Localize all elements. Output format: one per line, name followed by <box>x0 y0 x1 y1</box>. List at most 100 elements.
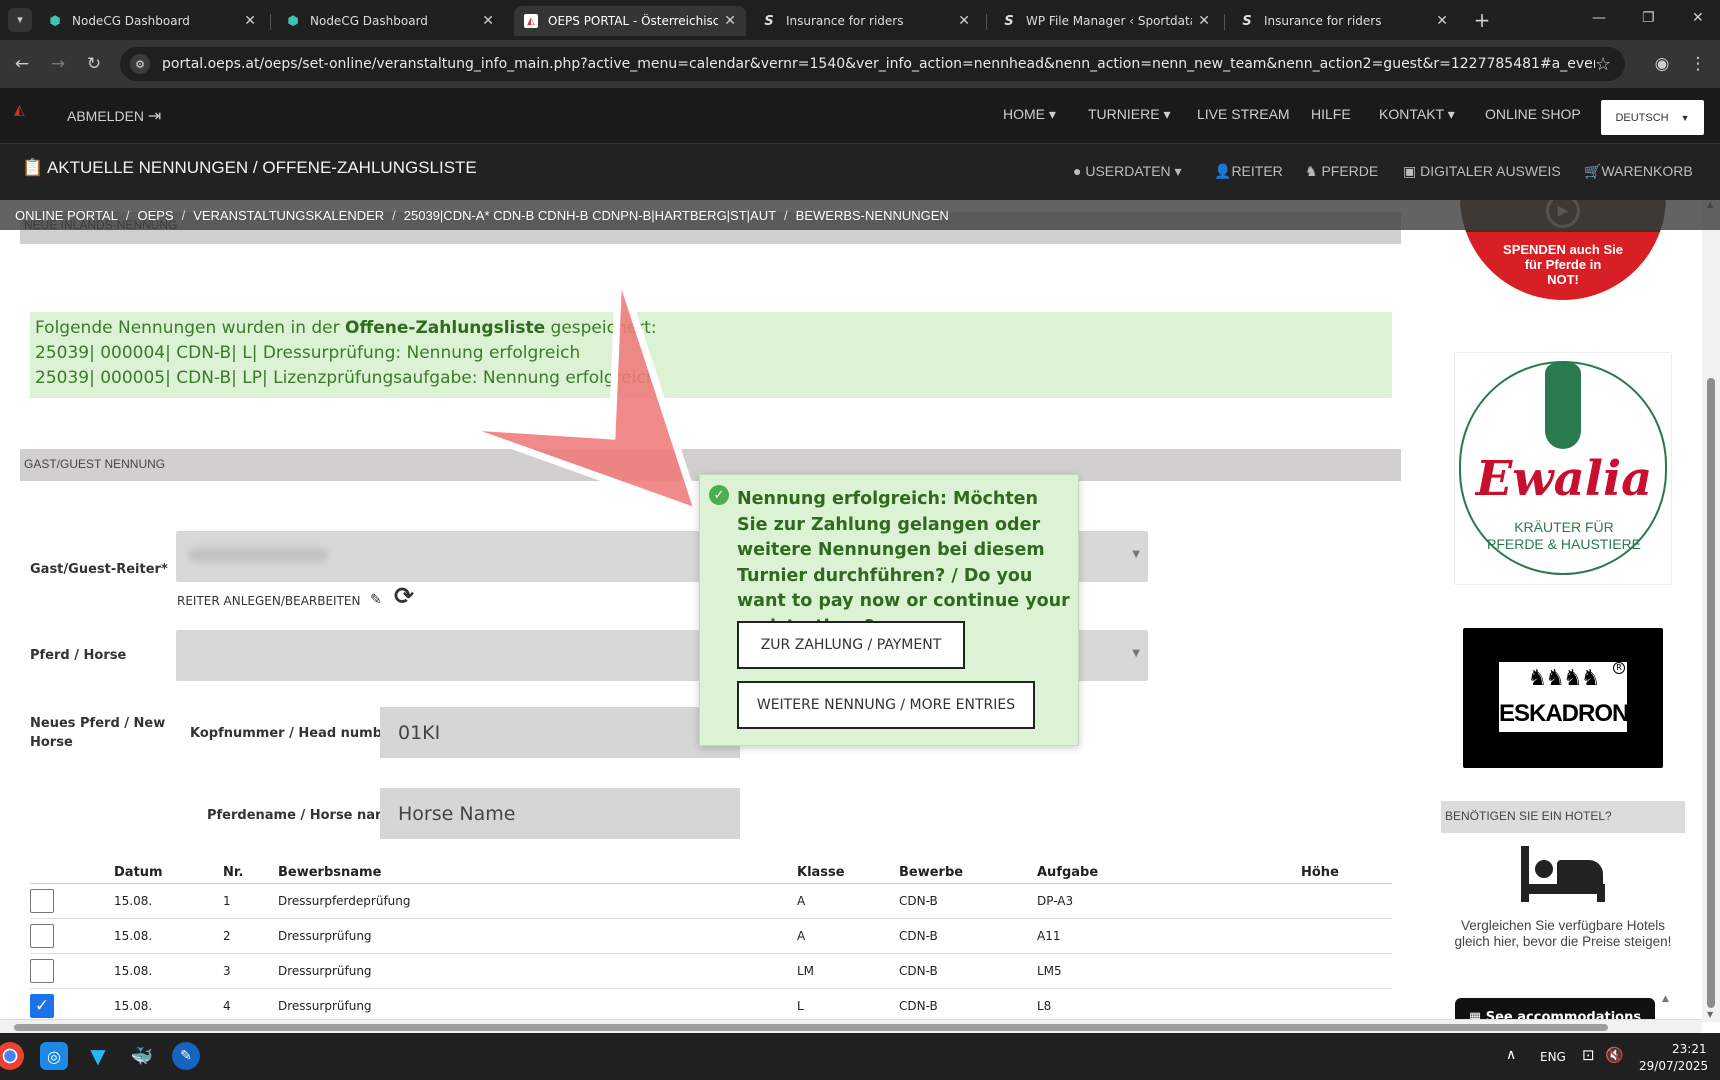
nav-online-shop[interactable]: ONLINE SHOP <box>1485 106 1581 122</box>
clock-time[interactable]: 23:21 <box>1672 1042 1707 1056</box>
breadcrumb-item[interactable]: BEWERBS-NENNUNGEN <box>796 208 949 223</box>
rider-edit-link[interactable]: REITER ANLEGEN/BEARBEITEN <box>177 594 360 608</box>
language-indicator[interactable]: ENG <box>1540 1050 1566 1064</box>
tab-title: Insurance for riders <box>786 14 904 28</box>
more-entries-button[interactable]: WEITERE NENNUNG / MORE ENTRIES <box>737 681 1035 729</box>
clock-date[interactable]: 29/07/2025 <box>1639 1059 1708 1073</box>
bookmark-star-icon[interactable]: ☆ <box>1595 54 1625 75</box>
browser-tab[interactable]: S Insurance for riders ✕ <box>1230 6 1458 36</box>
browser-tab[interactable]: S Insurance for riders ✕ <box>752 6 980 36</box>
horizontal-scrollbar[interactable] <box>0 1019 1702 1033</box>
ewalia-tagline: KRÄUTER FÜR PFERDE & HAUSTIERE <box>1455 519 1673 553</box>
browser-tab[interactable]: S WP File Manager ‹ Sportdata — ✕ <box>992 6 1220 36</box>
page-title-text: AKTUELLE NENNUNGEN / OFFENE-ZAHLUNGSLIST… <box>46 158 477 177</box>
id-card-icon: ▣ <box>1403 163 1417 179</box>
nav-live-stream[interactable]: LIVE STREAM <box>1197 106 1290 122</box>
nav-kontakt[interactable]: KONTAKT ▾ <box>1379 106 1455 123</box>
oeps-logo-icon[interactable]: ◭ <box>14 102 38 126</box>
cell-klasse: A <box>797 918 899 954</box>
tab-close-icon[interactable]: ✕ <box>1436 13 1448 29</box>
donate-line: NOT! <box>1547 272 1579 287</box>
url-field[interactable]: ⚙ portal.oeps.at/oeps/set-online/veranst… <box>120 47 1625 81</box>
hotel-button[interactable]: ▦ See accommodations <box>1455 998 1655 1020</box>
scrollbar-thumb[interactable] <box>1707 378 1715 1008</box>
nav-hilfe[interactable]: HILFE <box>1311 106 1351 122</box>
edit-icon[interactable]: ✎ <box>370 592 382 608</box>
run-checkbox[interactable] <box>30 958 54 983</box>
menu-dots-icon[interactable]: ⋮ <box>1686 52 1710 76</box>
nav-pferde[interactable]: ♞ PFERDE <box>1305 163 1378 180</box>
run-checkbox-checked[interactable]: ✓ <box>30 993 54 1018</box>
rider-selected-value <box>188 547 328 563</box>
sportdata-icon: S <box>1004 13 1014 29</box>
head-number-input[interactable]: 01KI <box>380 707 740 758</box>
cell-name: Dressurprüfung <box>278 918 797 954</box>
app-icon[interactable]: ✎ <box>172 1042 200 1070</box>
volume-muted-icon[interactable]: 🔇 <box>1605 1046 1624 1064</box>
nav-label: REITER <box>1231 163 1283 179</box>
browser-tab-active[interactable]: ◭ OEPS PORTAL - Österreichische ✕ <box>514 6 746 36</box>
nav-userdaten[interactable]: ● USERDATEN ▾ <box>1073 163 1182 180</box>
site-info-icon[interactable]: ⚙ <box>130 54 150 74</box>
restore-button[interactable]: ❐ <box>1642 10 1655 26</box>
network-icon[interactable]: ⊡ <box>1582 1046 1595 1064</box>
profile-icon[interactable]: ◉ <box>1650 52 1674 76</box>
language-select[interactable]: DEUTSCH ▼ <box>1601 100 1704 135</box>
horse-name-input[interactable]: Horse Name <box>380 788 740 839</box>
scrollbar-thumb[interactable] <box>14 1024 1608 1031</box>
scroll-down-icon[interactable]: ▼ <box>1707 1010 1713 1019</box>
tab-close-icon[interactable]: ✕ <box>244 13 256 29</box>
breadcrumb-item[interactable]: 25039|CDN-A* CDN-B CDNH-B CDNPN-B|HARTBE… <box>404 208 776 223</box>
nav-warenkorb[interactable]: 🛒WARENKORB <box>1584 163 1693 180</box>
docker-icon[interactable]: 🐳 <box>128 1042 156 1070</box>
ewalia-wordmark: Ewalia <box>1475 451 1653 507</box>
reload-button[interactable]: ↻ <box>82 52 106 76</box>
nav-home[interactable]: HOME ▾ <box>1003 106 1056 123</box>
nav-digitaler-ausweis[interactable]: ▣ DIGITALER AUSWEIS <box>1403 163 1561 180</box>
breadcrumb-item[interactable]: ONLINE PORTAL <box>15 208 118 223</box>
chrome-icon[interactable] <box>0 1042 24 1070</box>
minimize-button[interactable]: — <box>1592 10 1606 26</box>
table-row: ✓ 15.08. 4 Dressurprüfung L CDN-B L8 <box>30 988 1392 1024</box>
new-tab-button[interactable]: + <box>1470 8 1494 32</box>
logout-link[interactable]: ABMELDEN ⇥ <box>67 106 161 126</box>
arrow-shape <box>455 268 704 518</box>
donate-line: für Pferde in <box>1524 257 1602 272</box>
close-window-button[interactable]: ✕ <box>1692 10 1704 26</box>
eskadron-ad[interactable]: ♞♞♞♞ ESKADRON R <box>1463 628 1663 768</box>
sidebar-scroll-up-icon[interactable]: ▲ <box>1662 994 1669 1004</box>
column-header: Aufgabe <box>1037 863 1301 884</box>
app-icon[interactable]: ◎ <box>40 1042 68 1070</box>
tab-separator <box>986 14 987 30</box>
nav-label: WARENKORB <box>1601 163 1693 179</box>
breadcrumb-item[interactable]: VERANSTALTUNGSKALENDER <box>193 208 384 223</box>
refresh-icon[interactable]: ⟳ <box>394 582 414 610</box>
tab-close-icon[interactable]: ✕ <box>724 13 736 29</box>
browser-tab[interactable]: ⬢ NodeCG Dashboard ✕ <box>276 6 504 36</box>
tab-search-button[interactable]: ▾ <box>8 8 32 32</box>
oeps-icon: ◭ <box>524 14 538 28</box>
tab-close-icon[interactable]: ✕ <box>958 13 970 29</box>
forward-button[interactable]: → <box>46 52 70 76</box>
nav-turniere[interactable]: TURNIERE ▾ <box>1088 106 1170 123</box>
back-button[interactable]: ← <box>10 52 34 76</box>
tray-chevron-icon[interactable]: ∧ <box>1506 1047 1516 1063</box>
browser-tab-bar: ▾ ⬢ NodeCG Dashboard ✕ ⬢ NodeCG Dashboar… <box>0 0 1720 40</box>
breadcrumb-item[interactable]: OEPS <box>137 208 173 223</box>
column-header: Bewerbe <box>899 863 1037 884</box>
vpn-icon[interactable]: ▼ <box>84 1042 112 1070</box>
tab-close-icon[interactable]: ✕ <box>482 13 494 29</box>
nav-reiter[interactable]: 👤REITER <box>1214 163 1283 180</box>
cell-aufgabe: DP-A3 <box>1037 883 1301 919</box>
tab-close-icon[interactable]: ✕ <box>1198 13 1210 29</box>
run-checkbox[interactable] <box>30 923 54 948</box>
vertical-scrollbar[interactable]: ▲ ▼ <box>1702 200 1720 1022</box>
payment-button[interactable]: ZUR ZAHLUNG / PAYMENT <box>737 621 965 669</box>
browser-tab[interactable]: ⬢ NodeCG Dashboard ✕ <box>38 6 266 36</box>
tab-title: NodeCG Dashboard <box>310 14 428 28</box>
eskadron-logo-text: ESKADRON <box>1499 696 1629 732</box>
ewalia-ad[interactable]: Ewalia KRÄUTER FÜR PFERDE & HAUSTIERE <box>1454 352 1672 585</box>
run-checkbox[interactable] <box>30 888 54 913</box>
nodecg-icon: ⬢ <box>49 13 61 29</box>
table-row: 15.08. 3 Dressurprüfung LM CDN-B LM5 <box>30 953 1392 989</box>
